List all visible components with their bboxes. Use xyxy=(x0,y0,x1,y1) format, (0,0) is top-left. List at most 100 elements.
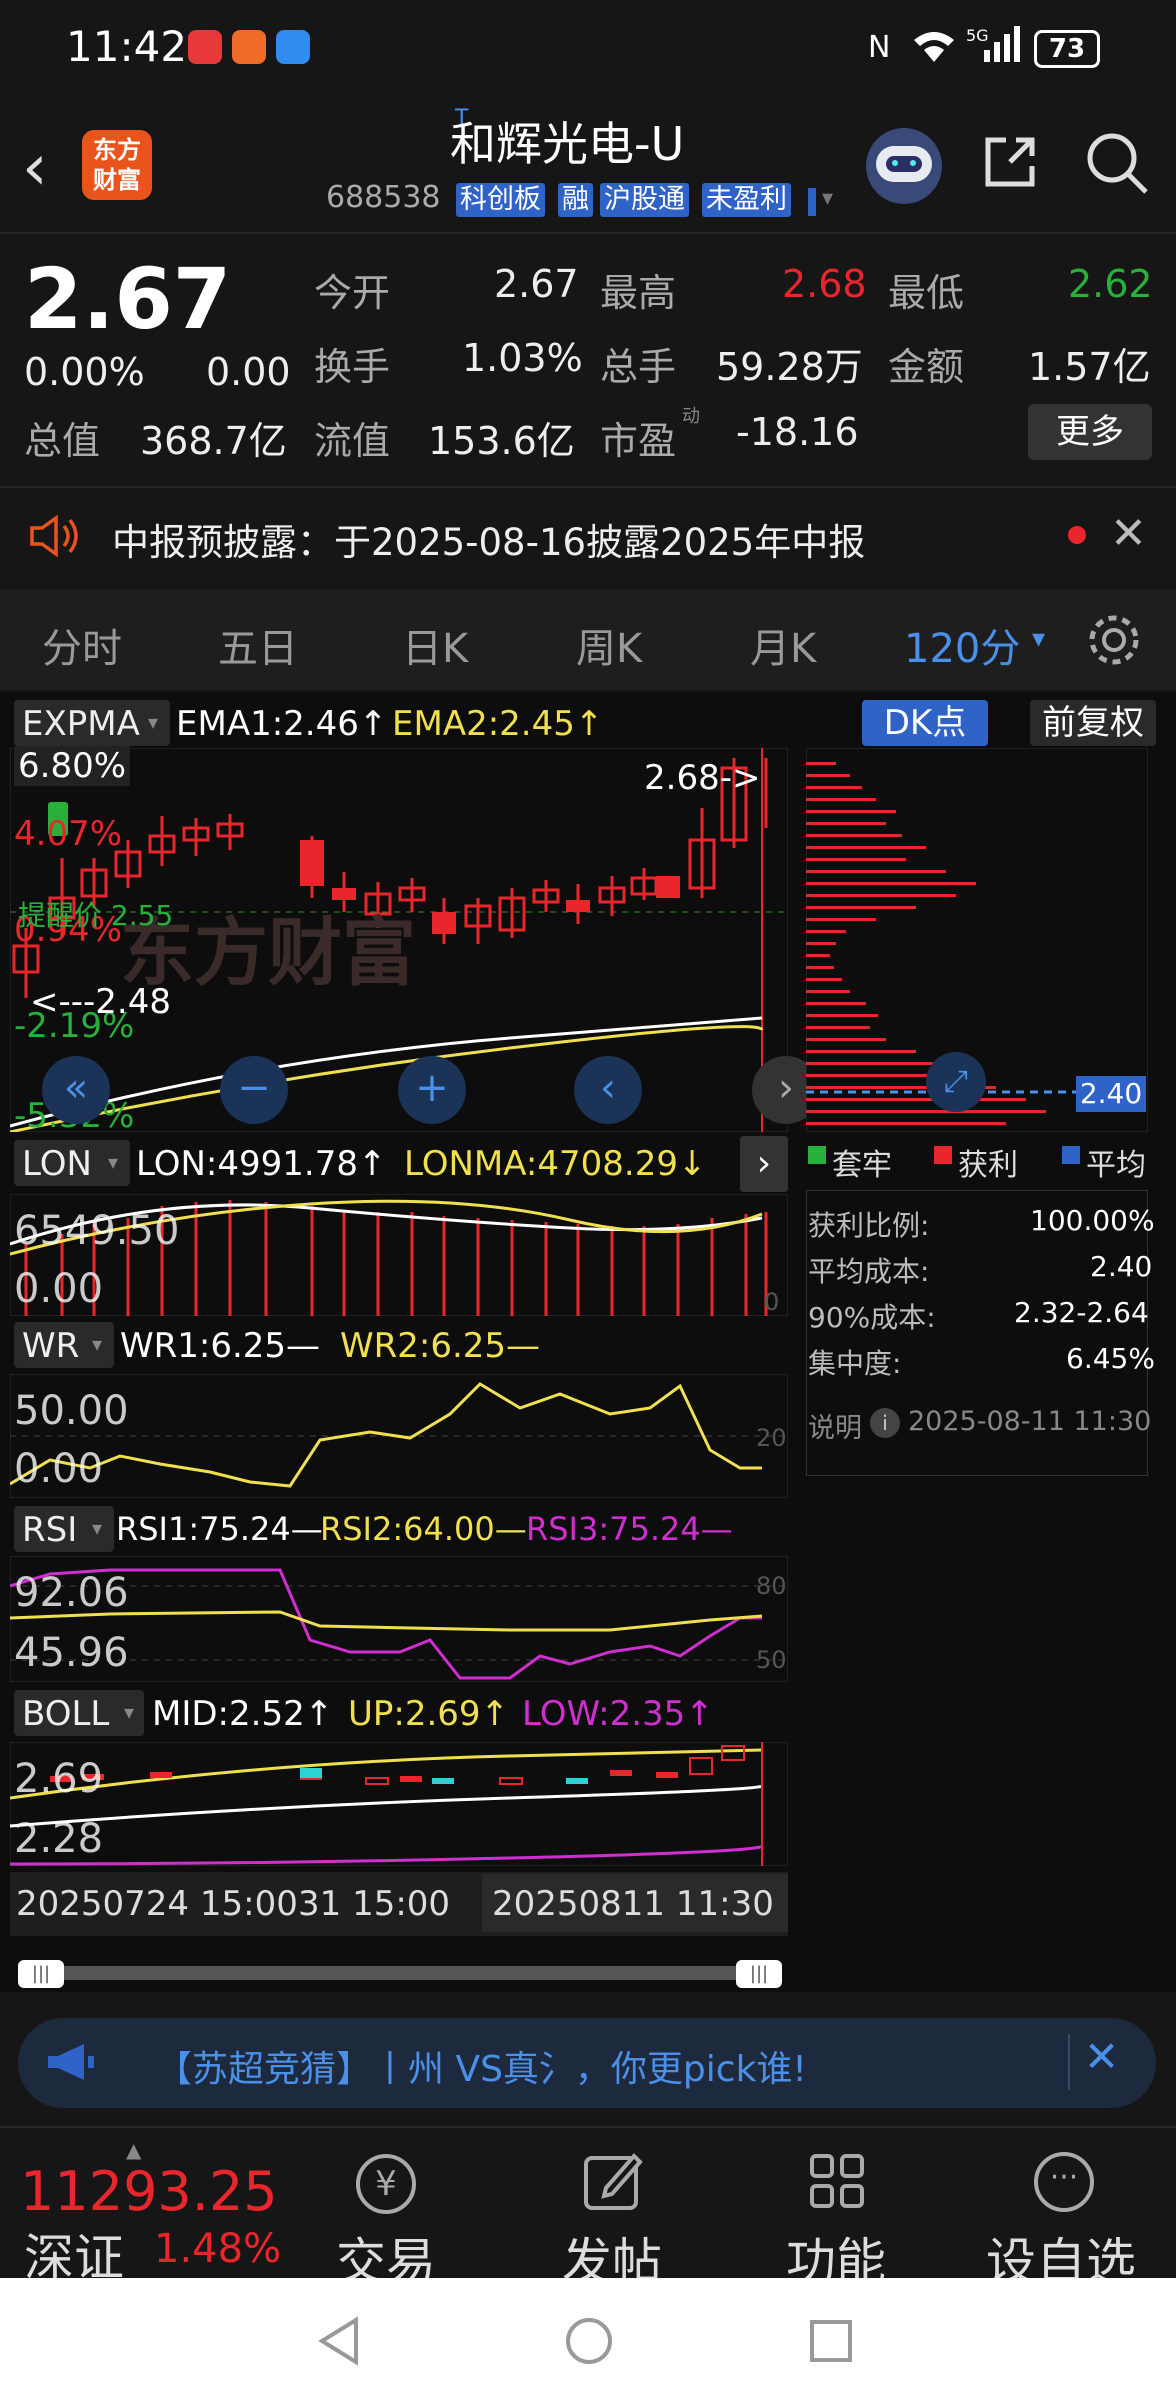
tab-intraday[interactable]: 分时 xyxy=(42,616,122,674)
dk-button[interactable]: DK点 xyxy=(862,700,988,746)
divider xyxy=(0,232,1176,234)
divider xyxy=(0,486,1176,488)
rsi-name[interactable]: RSI xyxy=(22,1510,77,1550)
index-value[interactable]: 11293.25 xyxy=(20,2160,278,2223)
range-slider-track[interactable] xyxy=(18,1966,782,1980)
date-right: 20250811 11:30 xyxy=(492,1884,774,1924)
chevron-down-icon[interactable]: ▾ xyxy=(92,1516,102,1540)
notice-text[interactable]: 中报预披露：于2025-08-16披露2025年中报 xyxy=(112,512,865,566)
lon-value: LON:4991.78↑ xyxy=(136,1144,387,1184)
boll-mid: MID:2.52↑ xyxy=(152,1694,334,1734)
rsi-y2: 45.96 xyxy=(14,1630,129,1676)
rsi2-value: RSI2:64.00— xyxy=(320,1510,527,1548)
float-label: 流值 xyxy=(314,419,391,463)
chevron-down-icon[interactable]: ▾ xyxy=(124,1700,134,1724)
expma-name[interactable]: EXPMA xyxy=(22,704,140,744)
amount-value: 1.57亿 xyxy=(1028,345,1151,389)
pe-sup: 动 xyxy=(682,406,700,427)
lonma-value: LONMA:4708.29↓ xyxy=(404,1144,707,1184)
alert-price[interactable]: 提醒价 2.55 xyxy=(18,894,173,934)
info-icon[interactable]: i xyxy=(870,1408,900,1438)
rsi-y1: 92.06 xyxy=(14,1570,129,1616)
wr-name[interactable]: WR xyxy=(22,1326,79,1366)
system-home-icon[interactable] xyxy=(564,2316,614,2366)
tag-unprofitable[interactable]: 未盈利 xyxy=(702,183,791,217)
tab-weekly[interactable]: 周K xyxy=(576,616,642,674)
speaker-icon xyxy=(30,514,78,558)
pct-top: 6.80% xyxy=(14,746,131,786)
chevron-down-icon[interactable]: ▾ xyxy=(822,186,833,211)
chevron-up-icon[interactable]: ▲ xyxy=(126,2138,141,2162)
grid-icon[interactable] xyxy=(808,2152,866,2210)
min-price-mark: <---2.48 xyxy=(30,982,171,1022)
tag-hgt[interactable]: 沪股通 xyxy=(600,183,689,217)
chevron-down-icon[interactable]: ▾ xyxy=(1032,624,1045,654)
tag-kcb[interactable]: 科创板 xyxy=(456,183,545,217)
zoom-out-icon[interactable]: − xyxy=(220,1056,288,1124)
tag-more[interactable] xyxy=(808,188,816,216)
system-back-icon[interactable] xyxy=(316,2316,362,2366)
change-value: 0.00 xyxy=(206,350,291,394)
date-mid: 31 15:00 xyxy=(298,1884,451,1924)
stock-code: 688538 xyxy=(326,180,441,215)
tab-5day[interactable]: 五日 xyxy=(218,616,298,674)
chip-key-1: 平均成本: xyxy=(808,1255,930,1288)
gear-icon[interactable] xyxy=(1086,612,1142,668)
stock-name[interactable]: 和辉光电-U xyxy=(450,108,684,174)
boll-y2: 2.28 xyxy=(14,1816,104,1862)
range-handle-left[interactable]: ||| xyxy=(18,1960,64,1988)
chevron-left-icon[interactable]: ‹ xyxy=(574,1056,642,1124)
more-button[interactable]: 更多 xyxy=(1028,404,1152,460)
close-icon[interactable]: ✕ xyxy=(1110,508,1147,559)
tab-120min[interactable]: 120分 xyxy=(904,616,1020,674)
share-icon[interactable] xyxy=(980,132,1040,192)
lon-y1: 6549.50 xyxy=(14,1208,180,1254)
wr2-value: WR2:6.25— xyxy=(340,1326,541,1366)
legend-profit: 获利 xyxy=(958,1148,1018,1183)
chip-note-time: 2025-08-11 11:30 xyxy=(908,1406,1152,1437)
chevron-right-icon[interactable]: › xyxy=(740,1136,788,1192)
chevron-down-icon[interactable]: ▾ xyxy=(92,1332,102,1356)
avg-cost-label: 2.40 xyxy=(1076,1076,1146,1112)
close-icon[interactable]: ✕ xyxy=(1084,2032,1119,2081)
chip-val-3: 6.45% xyxy=(1066,1342,1155,1375)
boll-name[interactable]: BOLL xyxy=(22,1694,109,1734)
wr1-value: WR1:6.25— xyxy=(120,1326,321,1366)
float-value: 153.6亿 xyxy=(428,419,575,463)
trade-icon[interactable]: ¥ xyxy=(356,2154,416,2214)
tab-daily[interactable]: 日K xyxy=(402,616,468,674)
chevron-down-icon[interactable]: ▾ xyxy=(108,1150,118,1174)
fq-button[interactable]: 前复权 xyxy=(1030,700,1156,746)
range-handle-right[interactable]: ||| xyxy=(736,1960,782,1988)
ema2-value: EMA2:2.45↑ xyxy=(392,704,604,744)
chevrons-left-icon[interactable]: « xyxy=(42,1056,110,1124)
edit-icon[interactable] xyxy=(582,2150,644,2212)
banner-text[interactable]: 【苏超竞猜】丨州 VS真氵，你更pick谁! xyxy=(156,2040,807,2092)
expand-icon[interactable]: ⤢ xyxy=(926,1052,986,1112)
chip-key-3: 集中度: xyxy=(808,1347,902,1380)
system-recents-icon[interactable] xyxy=(808,2318,854,2364)
rsi1-value: RSI1:75.24— xyxy=(116,1510,323,1548)
more-dots-icon[interactable]: ··· xyxy=(1034,2152,1094,2212)
divider xyxy=(0,2126,1176,2128)
back-button[interactable]: ‹ xyxy=(22,128,82,208)
unread-dot xyxy=(1068,526,1086,544)
banner-divider xyxy=(1068,2034,1070,2090)
assistant-robot-icon[interactable] xyxy=(866,128,942,204)
turnover-value: 1.03% xyxy=(462,336,583,380)
tab-monthly[interactable]: 月K xyxy=(750,616,816,674)
tag-margin[interactable]: 融 xyxy=(558,183,593,217)
chevron-down-icon[interactable]: ▾ xyxy=(148,710,158,734)
legend-trapped: 套牢 xyxy=(832,1148,892,1183)
chat-notification-icon xyxy=(276,30,310,64)
turnover-label: 换手 xyxy=(314,345,391,389)
zoom-in-icon[interactable]: + xyxy=(398,1056,466,1124)
kline-main-chart[interactable]: 东方财富 xyxy=(10,748,788,1132)
chip-key-0: 获利比例: xyxy=(808,1209,930,1242)
low-value: 2.62 xyxy=(1068,262,1153,306)
boll-up: UP:2.69↑ xyxy=(348,1694,510,1734)
lon-name[interactable]: LON xyxy=(22,1144,92,1184)
chip-val-2: 2.32-2.64 xyxy=(1014,1296,1149,1329)
search-icon[interactable] xyxy=(1084,130,1150,196)
chip-note[interactable]: 说明 xyxy=(808,1406,862,1445)
